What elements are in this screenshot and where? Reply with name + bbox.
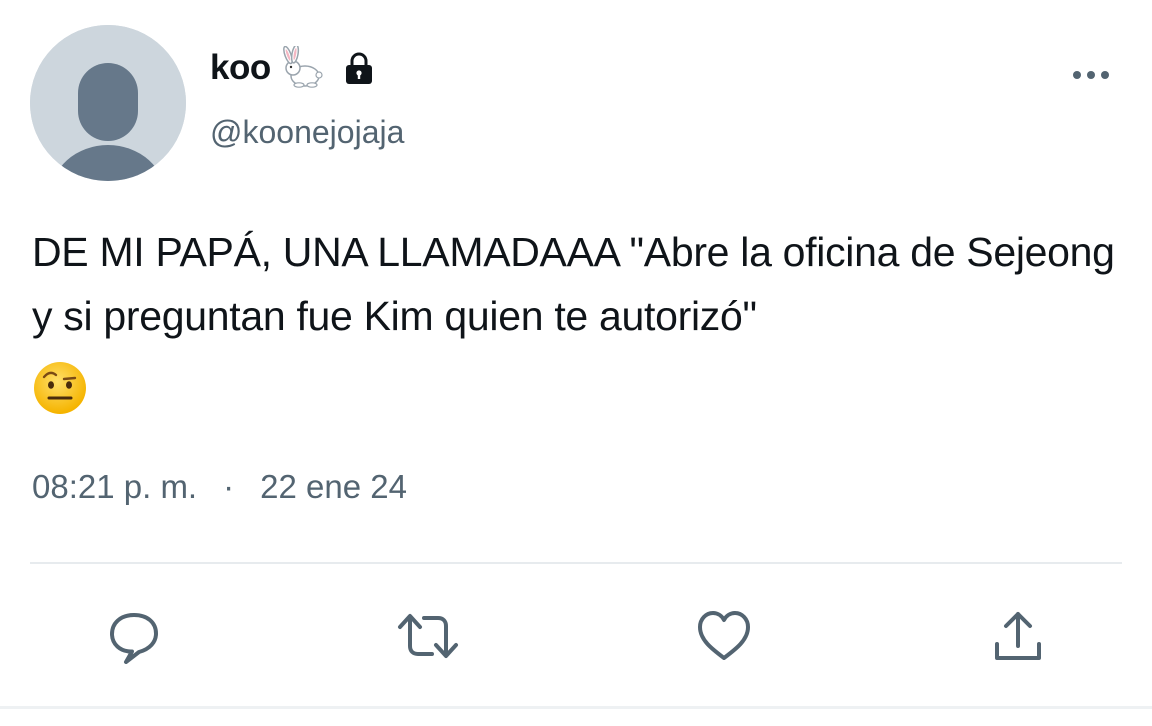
more-dots-icon [1073, 71, 1109, 79]
tweet-date: 22 ene 24 [260, 468, 407, 505]
bottom-border [0, 706, 1152, 709]
author-handle[interactable]: @koonejojaja [210, 114, 404, 151]
share-icon [995, 612, 1041, 660]
reply-icon [110, 613, 158, 664]
rabbit-emoji-icon [281, 46, 327, 90]
share-button[interactable] [986, 604, 1050, 668]
divider [30, 562, 1122, 564]
more-options-button[interactable] [1066, 60, 1116, 90]
meta-separator: · [223, 468, 235, 505]
retweet-button[interactable] [396, 604, 460, 668]
tweet-time: 08:21 p. m. [32, 468, 198, 505]
avatar[interactable] [30, 25, 186, 181]
reply-button[interactable] [102, 604, 166, 668]
raised-eyebrow-face-emoji-icon [32, 360, 88, 416]
author-name-row: koo [210, 46, 377, 90]
author-display-name[interactable]: koo [210, 48, 271, 88]
tweet-timestamp[interactable]: 08:21 p. m. · 22 ene 24 [32, 468, 407, 506]
retweet-icon [398, 614, 458, 658]
default-avatar-icon [30, 25, 186, 181]
lock-icon [341, 50, 377, 86]
like-icon [698, 611, 750, 660]
tweet-text: DE MI PAPÁ, UNA LLAMADAAA "Abre la ofici… [32, 229, 1115, 339]
like-button[interactable] [692, 604, 756, 668]
